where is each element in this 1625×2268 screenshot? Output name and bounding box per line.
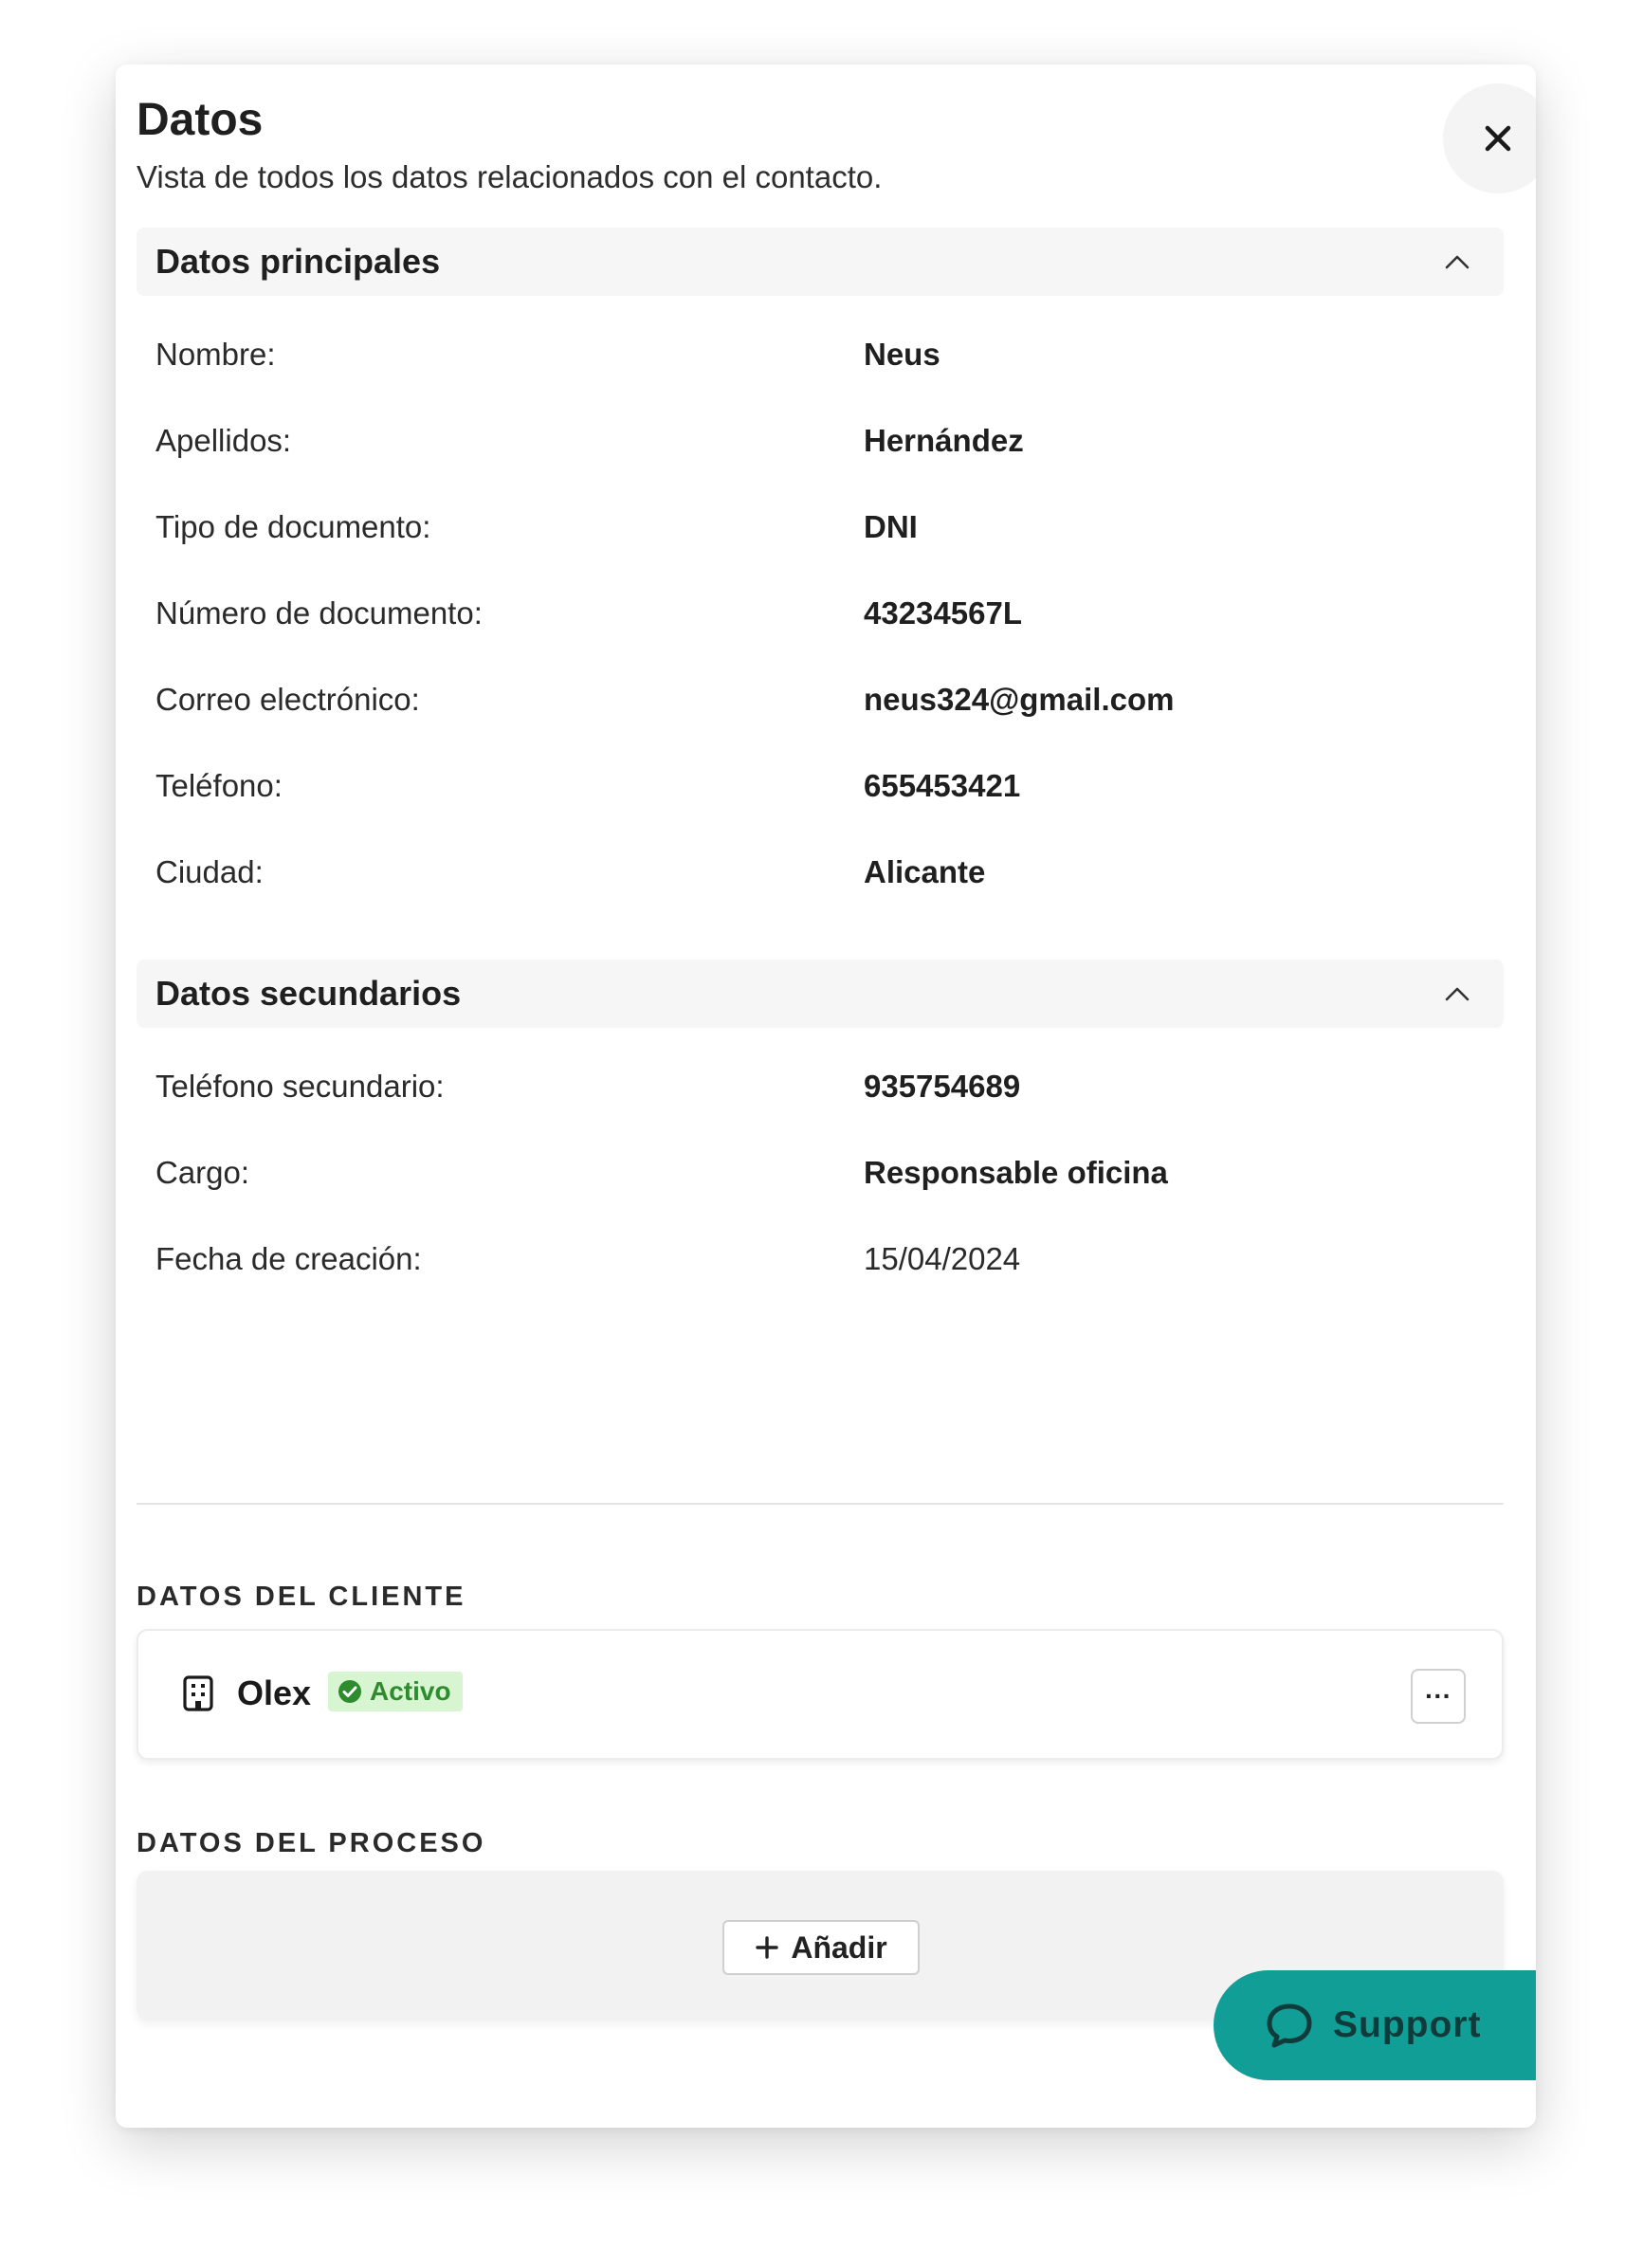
- field-label-cargo: Cargo:: [155, 1154, 250, 1190]
- data-row: Correo electrónico: neus324@gmail.com: [155, 656, 1502, 742]
- field-label-nombre: Nombre:: [155, 336, 276, 372]
- field-value-tipo-documento: DNI: [864, 508, 918, 544]
- field-value-correo: neus324@gmail.com: [864, 681, 1175, 717]
- field-value-numero-documento: 43234567L: [864, 594, 1022, 631]
- field-label-correo: Correo electrónico:: [155, 681, 420, 717]
- secondary-data-list: Teléfono secundario: 935754689 Cargo: Re…: [155, 1043, 1502, 1302]
- field-label-numero-documento: Número de documento:: [155, 594, 483, 631]
- field-value-fecha-creacion: 15/04/2024: [864, 1240, 1021, 1276]
- data-row: Tipo de documento: DNI: [155, 484, 1502, 570]
- field-label-ciudad: Ciudad:: [155, 853, 264, 889]
- section-divider: [137, 1503, 1504, 1505]
- data-row: Fecha de creación: 15/04/2024: [155, 1216, 1502, 1302]
- field-label-fecha-creacion: Fecha de creación:: [155, 1240, 422, 1276]
- field-label-tipo-documento: Tipo de documento:: [155, 508, 431, 544]
- close-icon: [1485, 125, 1511, 152]
- field-value-telefono: 655453421: [864, 767, 1021, 803]
- field-value-nombre: Neus: [864, 336, 940, 372]
- data-row: Número de documento: 43234567L: [155, 570, 1502, 656]
- section-title-primary: Datos principales: [155, 242, 441, 281]
- modal-header: Datos Vista de todos los datos relaciona…: [137, 93, 882, 195]
- modal-subtitle: Vista de todos los datos relacionados co…: [137, 158, 883, 194]
- field-label-telefono-secundario: Teléfono secundario:: [155, 1068, 445, 1104]
- data-row: Ciudad: Alicante: [155, 829, 1502, 915]
- close-button[interactable]: [1443, 83, 1536, 193]
- plus-icon: [756, 1936, 779, 1959]
- status-badge-label: Activo: [370, 1676, 451, 1706]
- chat-bubble-icon: [1267, 2003, 1312, 2048]
- data-row: Teléfono: 655453421: [155, 742, 1502, 829]
- status-badge: Activo: [328, 1672, 463, 1711]
- support-button[interactable]: Support: [1214, 1970, 1536, 2080]
- field-value-cargo: Responsable oficina: [864, 1154, 1168, 1190]
- field-value-apellidos: Hernández: [864, 422, 1024, 458]
- process-section-caption: DATOS DEL PROCESO: [137, 1828, 486, 1858]
- add-process-button[interactable]: Añadir: [722, 1920, 920, 1975]
- field-value-ciudad: Alicante: [864, 853, 986, 889]
- data-row: Teléfono secundario: 935754689: [155, 1043, 1502, 1129]
- client-more-button[interactable]: ···: [1411, 1669, 1466, 1724]
- data-row: Apellidos: Hernández: [155, 397, 1502, 484]
- check-circle-icon: [338, 1680, 361, 1703]
- chevron-up-icon[interactable]: [1445, 254, 1470, 269]
- client-card[interactable]: Olex Activo ···: [137, 1629, 1504, 1760]
- chevron-up-icon[interactable]: [1445, 986, 1470, 1001]
- section-title-secondary: Datos secundarios: [155, 974, 462, 1013]
- data-row: Cargo: Responsable oficina: [155, 1129, 1502, 1216]
- field-value-telefono-secundario: 935754689: [864, 1068, 1021, 1104]
- support-label: Support: [1333, 2004, 1482, 2045]
- client-name[interactable]: Olex: [237, 1674, 311, 1713]
- client-section-caption: DATOS DEL CLIENTE: [137, 1582, 466, 1612]
- data-row: Nombre: Neus: [155, 311, 1502, 397]
- add-process-label: Añadir: [791, 1930, 887, 1965]
- section-header-primary[interactable]: Datos principales: [137, 228, 1504, 296]
- modal-title: Datos: [137, 95, 264, 145]
- building-icon: [183, 1675, 213, 1711]
- section-header-secondary[interactable]: Datos secundarios: [137, 960, 1504, 1028]
- field-label-telefono: Teléfono:: [155, 767, 283, 803]
- primary-data-list: Nombre: Neus Apellidos: Hernández Tipo d…: [155, 311, 1502, 915]
- contact-data-modal: Datos Vista de todos los datos relaciona…: [116, 64, 1536, 2128]
- field-label-apellidos: Apellidos:: [155, 422, 292, 458]
